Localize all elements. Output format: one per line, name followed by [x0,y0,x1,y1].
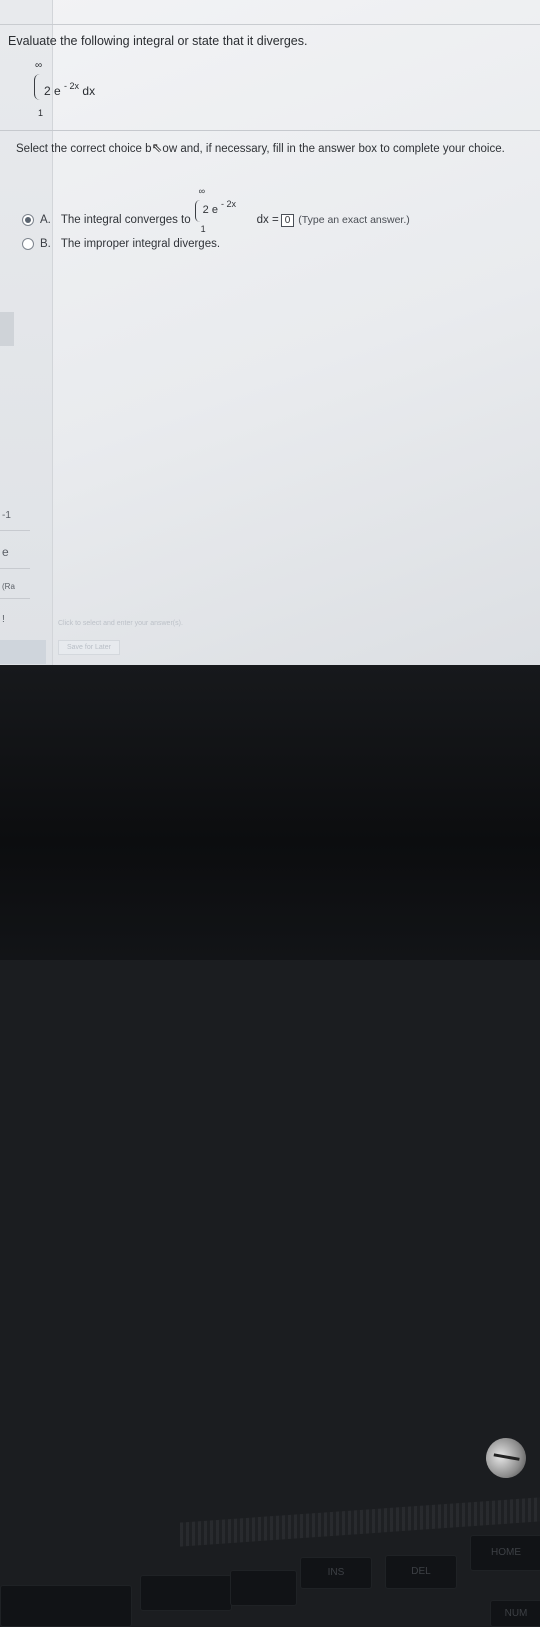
home-key[interactable]: HOME [470,1535,540,1571]
browser-viewport: -1 e (Ra ! Evaluate the following integr… [0,0,540,665]
integral-sign-icon [194,200,201,222]
radio-b[interactable] [22,238,34,250]
instruction-part-2: ow and, if necessary, fill in the answer… [162,143,505,155]
instruction-part-1: Select the correct choice b [16,143,152,155]
integrand-exponent: - 2x [64,81,80,91]
integrand-coeff: 2 e [44,84,61,98]
instruction-text: Select the correct choice b⇖ow and, if n… [16,140,505,156]
laptop-bezel: INS DEL HOME NUM [0,665,540,1627]
integrand: 2 e - 2x dx [44,81,96,98]
question-prompt: Evaluate the following integral or state… [8,34,308,48]
section-divider [0,130,540,131]
choice-a[interactable]: A. The integral converges to ∞ 2 e - 2x … [22,186,410,240]
integral-sign-icon [34,74,41,100]
num-key-label: NUM [504,1608,528,1619]
num-key[interactable]: NUM [490,1600,540,1627]
mouse-cursor-icon: ⇖ [151,140,163,155]
choice-b-text: The improper integral diverges. [60,238,221,250]
lower-bound: 1 [38,108,44,118]
choice-a-integral: ∞ 2 e - 2x 1 [194,186,253,240]
click-hint: Click to select and enter your answer(s)… [58,620,183,627]
del-key-label: DEL [411,1566,431,1577]
choice-a-tail: dx = [256,214,279,226]
top-divider [0,24,540,25]
question-integral: ∞ 2 e - 2x dx 1 [34,60,154,120]
ins-key[interactable]: INS [300,1557,372,1589]
upper-bound: ∞ [35,60,43,71]
keyboard-key[interactable] [0,1585,132,1627]
choice-a-text: The integral converges to [60,214,191,226]
home-key-label: HOME [491,1547,521,1558]
keyboard-key[interactable] [230,1570,297,1606]
del-key[interactable]: DEL [385,1555,457,1589]
choice-a-upper: ∞ [198,186,206,196]
save-for-later-button[interactable]: Save for Later [58,640,120,655]
answer-input[interactable]: 0 [280,213,295,227]
integrand-differential: dx [82,84,96,98]
answer-hint: (Type an exact answer.) [298,214,410,226]
choice-b[interactable]: B. The improper integral diverges. [22,238,220,250]
logo-icon [478,1430,534,1486]
choice-a-coeff: 2 e [202,204,218,216]
choice-a-letter: A. [40,214,51,226]
choice-a-integrand: 2 e - 2x [202,199,236,216]
choice-a-lower: 1 [200,224,206,234]
question-panel: Evaluate the following integral or state… [0,0,540,665]
choice-a-exponent: - 2x [221,199,237,209]
radio-a[interactable] [22,214,34,226]
keyboard-key[interactable] [140,1575,232,1611]
ins-key-label: INS [327,1567,345,1578]
choice-b-letter: B. [40,238,51,250]
